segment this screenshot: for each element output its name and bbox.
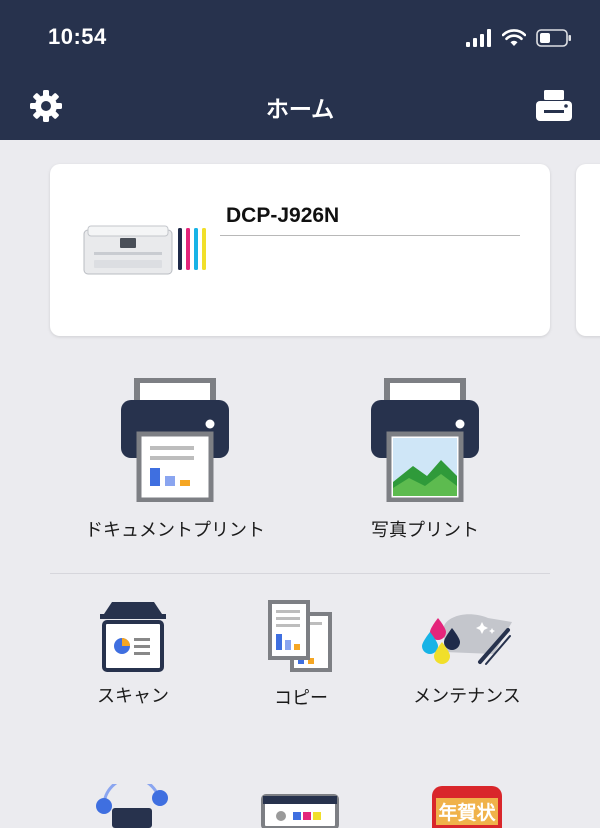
nengajo-text: 年賀状	[436, 798, 498, 825]
ink-cyan	[194, 228, 198, 270]
scan-label: スキャン	[97, 686, 169, 707]
status-icons	[466, 24, 572, 52]
maintenance-button[interactable]: メンテナンス	[404, 600, 530, 708]
nengajo-button[interactable]: 年賀状	[432, 786, 502, 828]
device-printer-image	[83, 225, 206, 275]
page-title: ホーム	[265, 97, 335, 123]
top-bar: 10:54 ホーム	[0, 0, 600, 140]
status-time: 10:54	[48, 24, 107, 49]
ink-yellow	[202, 228, 206, 270]
connect-button[interactable]	[90, 784, 174, 828]
device-card[interactable]: DCP-J926N	[50, 164, 550, 336]
copy-icon	[268, 600, 332, 672]
signal-icon	[466, 29, 491, 47]
battery-icon	[536, 29, 571, 47]
document-print-button[interactable]: ドキュメントプリント	[70, 378, 280, 542]
photo-print-icon	[371, 378, 479, 502]
copy-label: コピー	[274, 688, 328, 709]
photo-print-label: 写真プリント	[371, 520, 479, 541]
photo-print-button[interactable]: 写真プリント	[320, 378, 530, 542]
ink-black	[178, 228, 182, 270]
copy-button[interactable]: コピー	[238, 600, 364, 710]
browser-print-icon	[261, 794, 339, 828]
printer-icon	[536, 90, 572, 121]
nengajo-badge: 年賀状	[432, 786, 502, 828]
wifi-icon	[502, 29, 526, 46]
printer-model-name: DCP-J926N	[226, 204, 340, 227]
maintenance-label: メンテナンス	[413, 686, 521, 707]
printer-select-button[interactable]	[532, 84, 576, 128]
next-device-card[interactable]	[576, 164, 600, 336]
document-print-icon	[121, 378, 229, 502]
cloud-connect-icon	[96, 784, 168, 828]
model-underline	[220, 235, 520, 236]
scan-button[interactable]: スキャン	[70, 600, 196, 708]
maintenance-icon	[422, 614, 512, 665]
ink-magenta	[186, 228, 190, 270]
web-print-button[interactable]	[260, 794, 340, 828]
section-divider	[50, 573, 550, 574]
scanner-icon	[100, 602, 166, 672]
document-print-label: ドキュメントプリント	[85, 520, 265, 541]
